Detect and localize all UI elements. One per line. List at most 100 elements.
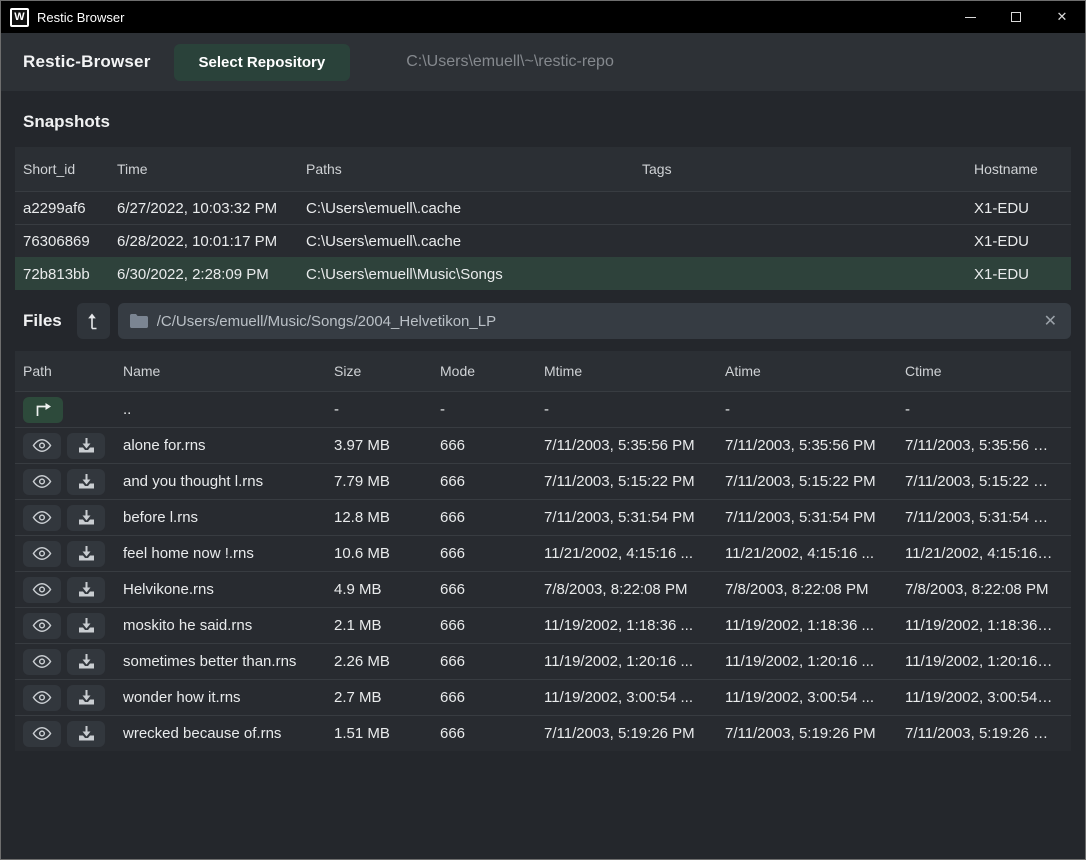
file-mtime: 7/11/2003, 5:19:26 PM [544, 725, 725, 742]
snapshot-hostname: X1-EDU [974, 200, 1063, 217]
up-arrow-icon [85, 312, 101, 330]
download-file-button[interactable] [67, 433, 105, 459]
download-file-button[interactable] [67, 541, 105, 567]
preview-file-button[interactable] [23, 649, 61, 675]
app-name: Restic-Browser [23, 52, 151, 72]
file-mode: 666 [440, 509, 544, 526]
download-file-button[interactable] [67, 685, 105, 711]
file-atime: 11/19/2002, 1:18:36 ... [725, 617, 905, 634]
app-logo-icon: W [10, 8, 29, 27]
window-controls: ✕ [947, 1, 1085, 33]
maximize-button[interactable] [993, 1, 1039, 33]
download-file-icon [78, 690, 95, 706]
file-size: 2.7 MB [334, 689, 440, 706]
minimize-icon [965, 17, 976, 18]
file-name: sometimes better than.rns [123, 653, 334, 670]
folder-icon [130, 314, 148, 328]
snapshot-paths: C:\Users\emuell\.cache [306, 233, 642, 250]
clear-path-button[interactable]: ✕ [1042, 311, 1059, 331]
download-file-button[interactable] [67, 505, 105, 531]
file-atime: 7/11/2003, 5:35:56 PM [725, 437, 905, 454]
download-file-button[interactable] [67, 469, 105, 495]
download-file-button[interactable] [67, 577, 105, 603]
files-table: Path Name Size Mode Mtime Atime Ctime ..… [15, 351, 1071, 751]
download-file-icon [78, 618, 95, 634]
column-header-mtime: Mtime [544, 363, 725, 379]
preview-file-icon [32, 510, 52, 525]
file-row: wrecked because of.rns1.51 MB6667/11/200… [15, 715, 1071, 751]
file-ctime: 11/21/2002, 4:15:16 ... [905, 545, 1063, 562]
preview-file-icon [32, 582, 52, 597]
row-actions [23, 613, 123, 639]
file-name: wonder how it.rns [123, 689, 334, 706]
window-title: Restic Browser [37, 10, 124, 25]
preview-file-button[interactable] [23, 613, 61, 639]
file-size: 3.97 MB [334, 437, 440, 454]
row-actions [23, 541, 123, 567]
snapshot-short-id: a2299af6 [23, 200, 117, 217]
file-atime: 11/19/2002, 3:00:54 ... [725, 689, 905, 706]
row-actions [23, 577, 123, 603]
toolbar: Restic-Browser Select Repository C:\User… [1, 33, 1085, 91]
file-atime: 11/21/2002, 4:15:16 ... [725, 545, 905, 562]
preview-file-button[interactable] [23, 721, 61, 747]
select-repository-button[interactable]: Select Repository [174, 44, 351, 81]
file-name: wrecked because of.rns [123, 725, 334, 742]
file-atime: - [725, 401, 905, 418]
path-input[interactable] [157, 313, 1042, 330]
file-ctime: 11/19/2002, 3:00:54 ... [905, 689, 1063, 706]
snapshot-row[interactable]: 72b813bb6/30/2022, 2:28:09 PMC:\Users\em… [15, 257, 1071, 290]
snapshots-table: Short_id Time Paths Tags Hostname a2299a… [15, 147, 1071, 290]
file-name: Helvikone.rns [123, 581, 334, 598]
download-file-icon [78, 726, 95, 742]
snapshot-paths: C:\Users\emuell\.cache [306, 200, 642, 217]
column-header-ctime: Ctime [905, 363, 1063, 379]
preview-file-button[interactable] [23, 541, 61, 567]
file-mtime: 7/11/2003, 5:15:22 PM [544, 473, 725, 490]
files-title: Files [23, 311, 62, 331]
file-mode: - [440, 401, 544, 418]
snapshot-hostname: X1-EDU [974, 233, 1063, 250]
open-parent-dir-button[interactable] [23, 397, 63, 423]
close-button[interactable]: ✕ [1039, 1, 1085, 33]
preview-file-button[interactable] [23, 577, 61, 603]
column-header-atime: Atime [725, 363, 905, 379]
file-name: alone for.rns [123, 437, 334, 454]
download-file-icon [78, 546, 95, 562]
download-file-button[interactable] [67, 721, 105, 747]
preview-file-button[interactable] [23, 469, 61, 495]
preview-file-icon [32, 654, 52, 669]
file-ctime: 7/11/2003, 5:19:26 PM [905, 725, 1063, 742]
file-size: - [334, 401, 440, 418]
column-header-mode: Mode [440, 363, 544, 379]
file-mtime: 7/11/2003, 5:31:54 PM [544, 509, 725, 526]
empty-area [15, 751, 1071, 859]
preview-file-button[interactable] [23, 433, 61, 459]
file-ctime: 7/11/2003, 5:15:22 PM [905, 473, 1063, 490]
preview-file-button[interactable] [23, 685, 61, 711]
file-mtime: 11/19/2002, 3:00:54 ... [544, 689, 725, 706]
parent-dir-row: ..----- [15, 391, 1071, 427]
file-mode: 666 [440, 581, 544, 598]
preview-file-button[interactable] [23, 505, 61, 531]
snapshot-row[interactable]: a2299af66/27/2022, 10:03:32 PMC:\Users\e… [15, 191, 1071, 224]
preview-file-icon [32, 618, 52, 633]
minimize-button[interactable] [947, 1, 993, 33]
snapshot-time: 6/30/2022, 2:28:09 PM [117, 266, 306, 283]
file-row: before l.rns12.8 MB6667/11/2003, 5:31:54… [15, 499, 1071, 535]
column-header-hostname: Hostname [974, 161, 1063, 177]
file-mode: 666 [440, 725, 544, 742]
file-name: .. [123, 401, 334, 418]
file-row: Helvikone.rns4.9 MB6667/8/2003, 8:22:08 … [15, 571, 1071, 607]
download-file-button[interactable] [67, 649, 105, 675]
file-mtime: 11/19/2002, 1:18:36 ... [544, 617, 725, 634]
file-mode: 666 [440, 437, 544, 454]
snapshot-row[interactable]: 763068696/28/2022, 10:01:17 PMC:\Users\e… [15, 224, 1071, 257]
download-file-button[interactable] [67, 613, 105, 639]
file-name: and you thought l.rns [123, 473, 334, 490]
file-atime: 7/11/2003, 5:19:26 PM [725, 725, 905, 742]
parent-directory-button[interactable] [77, 303, 110, 339]
column-header-paths: Paths [306, 161, 642, 177]
column-header-size: Size [334, 363, 440, 379]
snapshot-time: 6/28/2022, 10:01:17 PM [117, 233, 306, 250]
